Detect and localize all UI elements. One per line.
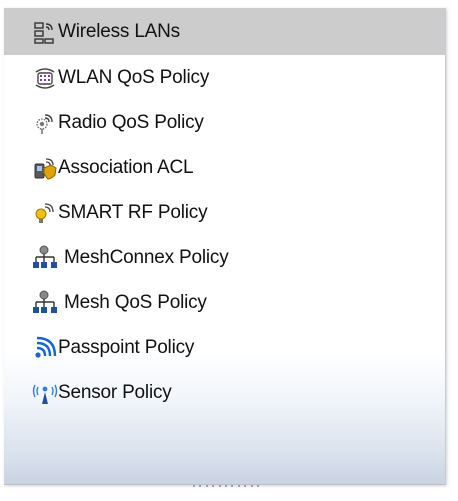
menu-item-passpoint-policy[interactable]: Passpoint Policy bbox=[4, 325, 445, 370]
mesh-qos-icon bbox=[32, 289, 58, 317]
menu-item-wireless-lans[interactable]: Wireless LANs bbox=[4, 8, 445, 55]
resize-grip[interactable] bbox=[193, 482, 259, 490]
menu-item-label: Mesh QoS Policy bbox=[64, 291, 207, 313]
grip-dot bbox=[231, 485, 234, 487]
wlan-qos-icon bbox=[32, 64, 58, 92]
radio-qos-icon bbox=[32, 109, 58, 137]
menu-item-label: SMART RF Policy bbox=[58, 201, 208, 223]
smart-rf-icon bbox=[32, 199, 58, 227]
menu-item-label: MeshConnex Policy bbox=[64, 246, 229, 268]
grip-dot bbox=[256, 485, 259, 487]
grip-dot bbox=[237, 485, 240, 487]
wireless-policy-menu-panel: Wireless LANs WLAN QoS Policy Radio QoS … bbox=[4, 8, 446, 485]
menu-item-label: WLAN QoS Policy bbox=[58, 66, 210, 88]
grip-dot bbox=[218, 485, 221, 487]
grip-dot bbox=[205, 485, 208, 487]
menu-item-label: Sensor Policy bbox=[58, 381, 172, 403]
menu-item-association-acl[interactable]: Association ACL bbox=[4, 145, 445, 190]
menu-item-sensor-policy[interactable]: Sensor Policy bbox=[4, 370, 445, 415]
meshconnex-icon bbox=[32, 244, 58, 272]
menu-item-label: Wireless LANs bbox=[58, 20, 180, 42]
grip-dot bbox=[244, 485, 247, 487]
grip-dot bbox=[193, 485, 195, 487]
sensor-icon bbox=[32, 379, 58, 407]
menu-item-label: Passpoint Policy bbox=[58, 336, 195, 358]
wireless-policy-menu: Wireless LANs WLAN QoS Policy Radio QoS … bbox=[4, 8, 445, 415]
grip-dot bbox=[212, 485, 215, 487]
grip-dot bbox=[199, 485, 202, 487]
menu-item-radio-qos-policy[interactable]: Radio QoS Policy bbox=[4, 100, 445, 145]
wireless-lan-icon bbox=[32, 18, 58, 46]
association-acl-icon bbox=[32, 154, 58, 182]
grip-dot bbox=[224, 485, 227, 487]
passpoint-icon bbox=[32, 334, 58, 362]
menu-item-meshconnex-policy[interactable]: MeshConnex Policy bbox=[4, 235, 445, 280]
menu-item-smart-rf-policy[interactable]: SMART RF Policy bbox=[4, 190, 445, 235]
menu-item-mesh-qos-policy[interactable]: Mesh QoS Policy bbox=[4, 280, 445, 325]
grip-dot bbox=[250, 485, 253, 487]
menu-item-wlan-qos-policy[interactable]: WLAN QoS Policy bbox=[4, 55, 445, 100]
menu-item-label: Association ACL bbox=[58, 156, 194, 178]
menu-item-label: Radio QoS Policy bbox=[58, 111, 204, 133]
